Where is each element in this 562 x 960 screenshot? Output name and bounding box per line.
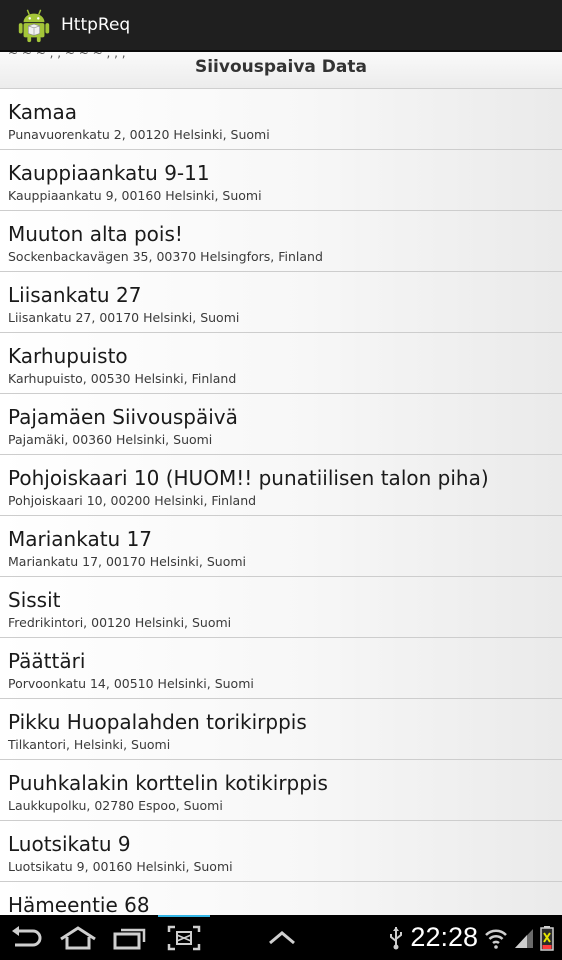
list-item[interactable]: Muuton alta pois! Sockenbackavägen 35, 0… <box>0 211 562 272</box>
battery-icon <box>540 925 554 951</box>
item-title: Liisankatu 27 <box>8 283 142 307</box>
list-header: ~ ~ ~ , , ~ ~ ~ , , , Siivouspaiva Data <box>0 52 562 89</box>
action-bar: HttpReq <box>0 0 562 52</box>
usb-icon <box>390 926 403 949</box>
back-icon <box>12 925 42 946</box>
home-button[interactable] <box>56 915 100 960</box>
clock: 22:28 <box>410 922 478 952</box>
item-address: Punavuorenkatu 2, 00120 Helsinki, Suomi <box>8 127 270 142</box>
list-item[interactable]: Liisankatu 27 Liisankatu 27, 00170 Helsi… <box>0 272 562 333</box>
item-title: Pohjoiskaari 10 (HUOM!! punatiilisen tal… <box>8 466 489 490</box>
list-item[interactable]: Pikku Huopalahden torikirppis Tilkantori… <box>0 699 562 760</box>
list-item[interactable]: Sissit Fredrikintori, 00120 Helsinki, Su… <box>0 577 562 638</box>
item-title: Mariankatu 17 <box>8 527 153 551</box>
list-item[interactable]: Pajamäen Siivouspäivä Pajamäki, 00360 He… <box>0 394 562 455</box>
item-address: Kauppiaankatu 9, 00160 Helsinki, Suomi <box>8 188 262 203</box>
system-bar: 22:28 <box>0 915 562 960</box>
item-address: Karhupuisto, 00530 Helsinki, Finland <box>8 371 237 386</box>
item-address: Porvoonkatu 14, 00510 Helsinki, Suomi <box>8 676 254 691</box>
item-address: Liisankatu 27, 00170 Helsinki, Suomi <box>8 310 240 325</box>
recent-apps-button[interactable] <box>110 915 150 960</box>
list-item[interactable]: Karhupuisto Karhupuisto, 00530 Helsinki,… <box>0 333 562 394</box>
list-item[interactable]: Kamaa Punavuorenkatu 2, 00120 Helsinki, … <box>0 89 562 150</box>
item-address: Luotsikatu 9, 00160 Helsinki, Suomi <box>8 859 233 874</box>
list-item[interactable]: Päättäri Porvoonkatu 14, 00510 Helsinki,… <box>0 638 562 699</box>
home-icon <box>60 925 96 949</box>
screenshot-icon <box>167 925 201 950</box>
menu-up-icon <box>269 930 295 944</box>
app-title: HttpReq <box>61 15 131 35</box>
item-title: Muuton alta pois! <box>8 222 183 246</box>
item-address: Tilkantori, Helsinki, Suomi <box>8 737 171 752</box>
screenshot-button[interactable] <box>162 915 206 960</box>
item-title: Pikku Huopalahden torikirppis <box>8 710 307 734</box>
list-item[interactable]: Mariankatu 17 Mariankatu 17, 00170 Helsi… <box>0 516 562 577</box>
item-address: Pohjoiskaari 10, 00200 Helsinki, Finland <box>8 493 257 508</box>
android-robot-icon[interactable] <box>15 6 53 44</box>
item-title: Puuhkalakin korttelin kotikirppis <box>8 771 328 795</box>
location-list[interactable]: Kamaa Punavuorenkatu 2, 00120 Helsinki, … <box>0 89 562 916</box>
list-item[interactable]: Hämeentie 68 <box>0 882 562 916</box>
item-address: Fredrikintori, 00120 Helsinki, Suomi <box>8 615 232 630</box>
list-item[interactable]: Pohjoiskaari 10 (HUOM!! punatiilisen tal… <box>0 455 562 516</box>
list-item[interactable]: Luotsikatu 9 Luotsikatu 9, 00160 Helsink… <box>0 821 562 882</box>
signal-icon <box>515 928 533 948</box>
item-address: Pajamäki, 00360 Helsinki, Suomi <box>8 432 213 447</box>
list-header-title: Siivouspaiva Data <box>194 57 367 77</box>
recent-apps-icon <box>113 928 146 949</box>
item-title: Sissit <box>8 588 61 612</box>
status-area[interactable]: 22:28 <box>388 915 554 960</box>
item-address: Mariankatu 17, 00170 Helsinki, Suomi <box>8 554 246 569</box>
item-title: Pajamäen Siivouspäivä <box>8 405 238 429</box>
item-title: Hämeentie 68 <box>8 893 150 916</box>
item-title: Luotsikatu 9 <box>8 832 131 856</box>
item-title: Kauppiaankatu 9-11 <box>8 161 210 185</box>
item-address: Laukkupolku, 02780 Espoo, Suomi <box>8 798 223 813</box>
wifi-icon <box>485 929 507 949</box>
item-title: Päättäri <box>8 649 86 673</box>
back-button[interactable] <box>6 915 46 960</box>
item-title: Kamaa <box>8 100 78 124</box>
menu-up-button[interactable] <box>262 915 302 960</box>
list-item[interactable]: Kauppiaankatu 9-11 Kauppiaankatu 9, 0016… <box>0 150 562 211</box>
item-address: Sockenbackavägen 35, 00370 Helsingfors, … <box>8 249 323 264</box>
item-title: Karhupuisto <box>8 344 128 368</box>
list-item[interactable]: Puuhkalakin korttelin kotikirppis Laukku… <box>0 760 562 821</box>
